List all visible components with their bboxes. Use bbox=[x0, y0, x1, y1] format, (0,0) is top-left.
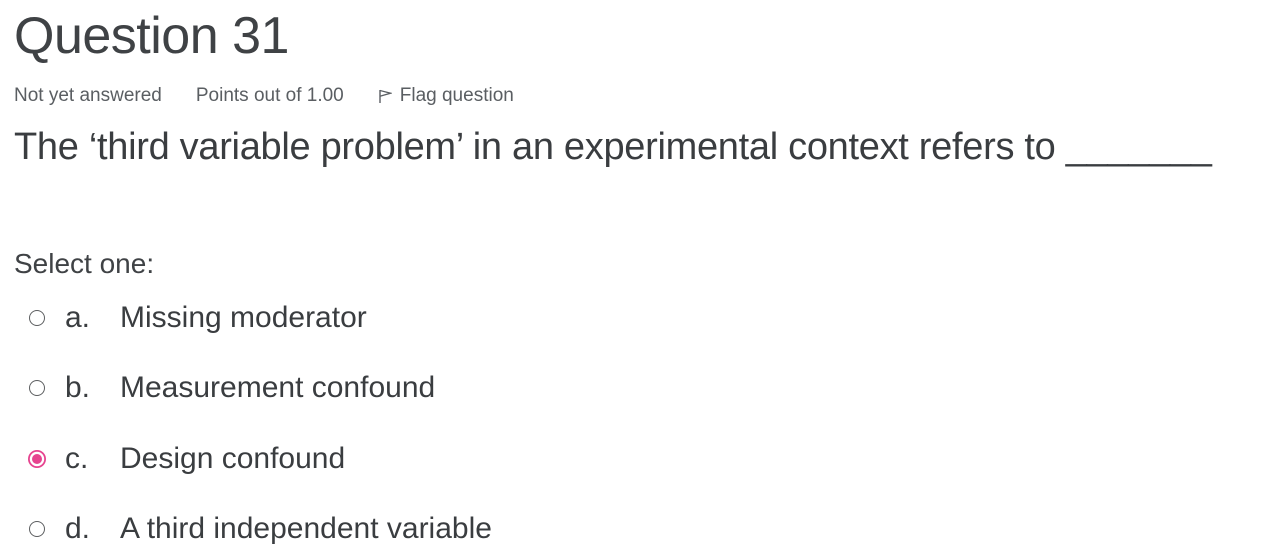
answer-letter: a. bbox=[65, 301, 91, 334]
question-info: Not yet answered Points out of 1.00 Flag… bbox=[14, 84, 514, 108]
answer-option-c[interactable]: c. Design confound bbox=[0, 435, 700, 483]
question-text: The ‘third variable problem’ in an exper… bbox=[14, 126, 1212, 168]
question-state: Not yet answered bbox=[14, 85, 162, 106]
answer-text[interactable]: A third independent variable bbox=[120, 512, 492, 546]
answer-option-d[interactable]: d. A third independent variable bbox=[0, 505, 700, 553]
answer-letter: b. bbox=[65, 371, 91, 404]
answer-radio-b[interactable] bbox=[29, 380, 45, 396]
flag-icon bbox=[379, 89, 392, 103]
answer-prompt: Select one: bbox=[14, 248, 155, 279]
question-title: Question 31 bbox=[14, 4, 289, 68]
question-number: 31 bbox=[232, 7, 289, 65]
question-grade: Points out of 1.00 bbox=[195, 85, 344, 106]
answer-radio-c[interactable] bbox=[28, 450, 46, 468]
flag-question-link[interactable]: Flag question bbox=[378, 84, 514, 108]
answer-letter: d. bbox=[65, 512, 91, 545]
answer-letter: c. bbox=[65, 442, 89, 475]
flag-question-label: Flag question bbox=[399, 85, 514, 106]
answer-radio-a[interactable] bbox=[29, 310, 45, 326]
answer-text[interactable]: Measurement confound bbox=[120, 371, 435, 405]
question-title-prefix: Question bbox=[14, 7, 219, 65]
answer-option-b[interactable]: b. Measurement confound bbox=[0, 364, 700, 412]
answer-option-a[interactable]: a. Missing moderator bbox=[0, 294, 700, 342]
answer-text[interactable]: Missing moderator bbox=[120, 301, 367, 335]
answer-radio-d[interactable] bbox=[29, 521, 45, 537]
answer-text[interactable]: Design confound bbox=[120, 442, 345, 476]
